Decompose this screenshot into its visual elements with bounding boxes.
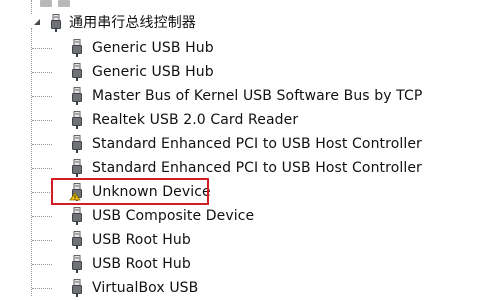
tree-guide-line xyxy=(32,168,52,169)
tree-item[interactable]: VirtualBox USB xyxy=(0,276,500,300)
tree-guide-line xyxy=(32,216,52,217)
tree-guide-line xyxy=(32,288,52,289)
highlight-box xyxy=(51,178,209,205)
tree-item[interactable]: Standard Enhanced PCI to USB Host Contro… xyxy=(0,132,500,156)
tree-guide-line xyxy=(32,72,52,73)
tree-guide-line xyxy=(32,96,52,97)
tree-guide-line xyxy=(32,264,52,265)
usb-plug-icon xyxy=(72,279,82,297)
tree-group-usb-controllers[interactable]: 通用串行总线控制器 xyxy=(0,11,500,35)
tree-item[interactable]: USB Composite Device xyxy=(0,204,500,228)
usb-plug-icon xyxy=(72,159,82,177)
tree-item-label: USB Root Hub xyxy=(92,232,191,248)
tree-item[interactable]: Standard Enhanced PCI to USB Host Contro… xyxy=(0,156,500,180)
usb-plug-icon xyxy=(72,39,82,57)
tree-guide-line xyxy=(32,48,52,49)
tree-item-label: Master Bus of Kernel USB Software Bus by… xyxy=(92,88,423,104)
usb-plug-icon xyxy=(72,111,82,129)
tree-guide-line xyxy=(32,144,52,145)
tree-item-label: USB Composite Device xyxy=(92,208,255,224)
usb-plug-icon xyxy=(72,231,82,249)
tree-item[interactable]: USB Root Hub xyxy=(0,252,500,276)
tree-item[interactable]: Generic USB Hub xyxy=(0,36,500,60)
group-label: 通用串行总线控制器 xyxy=(69,15,196,31)
usb-plug-icon xyxy=(72,207,82,225)
tree-item-label: Realtek USB 2.0 Card Reader xyxy=(92,112,299,128)
tree-item-label: USB Root Hub xyxy=(92,256,191,272)
tree-item[interactable]: USB Root Hub xyxy=(0,228,500,252)
usb-plug-icon xyxy=(51,14,61,32)
tree-item-label: Generic USB Hub xyxy=(92,40,214,56)
tree-item[interactable]: Master Bus of Kernel USB Software Bus by… xyxy=(0,84,500,108)
device-manager-tree: 通用串行总线控制器 Generic USB Hub Generic USB Hu… xyxy=(0,0,500,297)
collapse-arrow-icon[interactable] xyxy=(32,17,42,27)
usb-plug-icon xyxy=(72,135,82,153)
cut-off-previous-item xyxy=(40,0,160,7)
tree-item[interactable]: Realtek USB 2.0 Card Reader xyxy=(0,108,500,132)
tree-item-label: Generic USB Hub xyxy=(92,64,214,80)
tree-item-label: Standard Enhanced PCI to USB Host Contro… xyxy=(92,136,422,152)
tree-item-label: Standard Enhanced PCI to USB Host Contro… xyxy=(92,160,422,176)
tree-guide-line xyxy=(32,192,52,193)
usb-plug-icon xyxy=(72,255,82,273)
tree-item[interactable]: Generic USB Hub xyxy=(0,60,500,84)
tree-guide-line xyxy=(32,240,52,241)
tree-guide-line xyxy=(32,120,52,121)
usb-plug-icon xyxy=(72,63,82,81)
usb-plug-icon xyxy=(72,87,82,105)
